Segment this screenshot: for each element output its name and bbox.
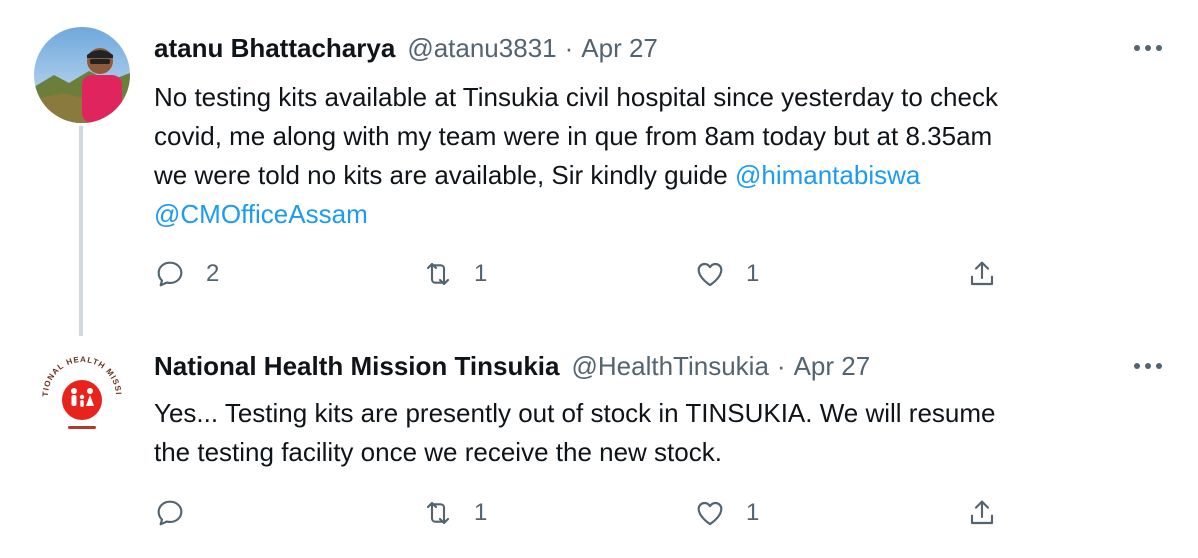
retweet-button[interactable]: 1	[422, 258, 487, 290]
retweet-button[interactable]: 1	[422, 497, 487, 529]
like-count: 1	[746, 260, 760, 287]
tweet-text: Yes... Testing kits are presently out of…	[154, 394, 1164, 472]
separator: ·	[776, 350, 786, 381]
handle[interactable]: @atanu3831	[407, 33, 556, 64]
retweet-count: 1	[474, 260, 488, 287]
reply-count: 2	[206, 260, 220, 287]
tweet-header: National Health Mission Tinsukia @Health…	[154, 346, 870, 386]
share-icon	[970, 261, 994, 286]
like-button[interactable]: 1	[694, 258, 759, 290]
mention-link[interactable]: @CMOfficeAssam	[154, 199, 368, 229]
retweet-icon	[426, 501, 450, 525]
reply-icon	[157, 261, 183, 287]
action-bar: 2 1 1	[154, 258, 1014, 298]
reply-icon	[157, 500, 183, 526]
heart-icon	[697, 262, 723, 287]
text-line: covid, me along with my team were in que…	[154, 121, 993, 151]
national-health-mission-logo-icon: NATIONAL HEALTH MISSION	[34, 344, 128, 438]
avatar[interactable]	[34, 27, 130, 123]
tweet-header: atanu Bhattacharya @atanu3831 · Apr 27	[154, 28, 658, 68]
text-line: No testing kits available at Tinsukia ci…	[154, 82, 998, 112]
timestamp[interactable]: Apr 27	[794, 351, 871, 382]
display-name[interactable]: National Health Mission Tinsukia	[154, 351, 560, 382]
tweet[interactable]: NATIONAL HEALTH MISSION National Health …	[0, 330, 1198, 558]
text-line: the testing facility once we receive the…	[154, 437, 722, 467]
reply-button[interactable]	[154, 497, 206, 529]
mention-link[interactable]: @himantabiswa	[735, 160, 920, 190]
retweet-count: 1	[474, 499, 488, 526]
like-count: 1	[746, 499, 760, 526]
like-button[interactable]: 1	[694, 497, 759, 529]
retweet-icon	[426, 262, 450, 286]
share-button[interactable]	[966, 258, 998, 290]
text-line: @CMOfficeAssam	[154, 195, 1164, 234]
tweet-text: No testing kits available at Tinsukia ci…	[154, 78, 1164, 234]
display-name[interactable]: atanu Bhattacharya	[154, 33, 395, 64]
share-icon	[970, 500, 994, 525]
tweet[interactable]: atanu Bhattacharya @atanu3831 · Apr 27 N…	[0, 0, 1198, 336]
reply-button[interactable]: 2	[154, 258, 219, 290]
timestamp[interactable]: Apr 27	[581, 33, 658, 64]
more-dots-icon	[1134, 45, 1162, 51]
heart-icon	[697, 501, 723, 526]
separator: ·	[564, 32, 574, 63]
share-button[interactable]	[966, 497, 998, 529]
more-dots-icon	[1134, 363, 1162, 369]
handle[interactable]: @HealthTinsukia	[572, 351, 769, 382]
text-line: Yes... Testing kits are presently out of…	[154, 398, 996, 428]
more-options-button[interactable]	[1128, 346, 1168, 386]
text-line: we were told no kits are available, Sir …	[154, 156, 1164, 195]
user-photo-icon	[34, 27, 130, 123]
avatar[interactable]: NATIONAL HEALTH MISSION	[34, 344, 130, 440]
thread-line	[79, 126, 83, 336]
action-bar: 1 1	[154, 497, 1014, 537]
more-options-button[interactable]	[1128, 28, 1168, 68]
text-segment: we were told no kits are available, Sir …	[154, 160, 735, 190]
